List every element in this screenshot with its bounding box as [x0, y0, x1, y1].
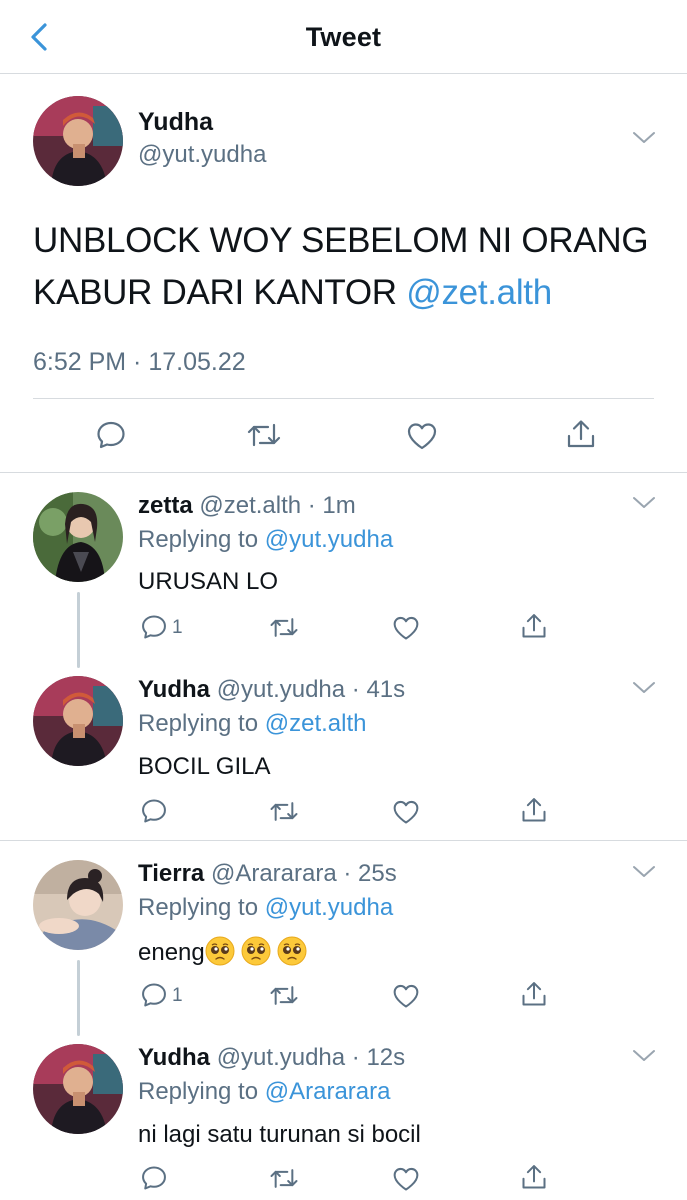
share-icon[interactable] [565, 418, 597, 450]
retweet-icon[interactable] [269, 1165, 299, 1192]
reply-header: Yudha @yut.yudha · 12s [138, 1044, 405, 1072]
pleading-face-icon [241, 936, 271, 966]
reply-text: eneng [138, 936, 307, 967]
comment-icon[interactable] [140, 1164, 168, 1192]
author-name[interactable]: Yudha [138, 108, 213, 137]
comment-icon[interactable] [95, 419, 127, 451]
reply-header: Yudha @yut.yudha · 41s [138, 676, 405, 704]
share-icon[interactable] [520, 1163, 548, 1191]
tweet-text: UNBLOCK WOY SEBELOM NI ORANG KABUR DARI … [33, 215, 663, 319]
nav-bar: Tweet [0, 0, 687, 74]
pleading-face-icon [277, 936, 307, 966]
replying-to-link[interactable]: @zet.alth [265, 710, 367, 737]
chevron-down-icon[interactable] [632, 496, 656, 510]
reply-author-name[interactable]: zetta [138, 492, 193, 519]
chevron-down-icon[interactable] [632, 131, 656, 145]
replying-to: Replying to @zet.alth [138, 710, 367, 738]
reply-count: 1 [172, 985, 183, 1006]
replying-to-link[interactable]: @Arararara [265, 1078, 391, 1105]
avatar[interactable] [33, 860, 123, 950]
share-icon[interactable] [520, 796, 548, 824]
reply-header: Tierra @Arararara · 25s [138, 860, 397, 888]
reply-meta[interactable]: @zet.alth · 1m [199, 492, 355, 519]
retweet-icon[interactable] [269, 614, 299, 641]
comment-icon[interactable] [140, 797, 168, 825]
replying-prefix: Replying to [138, 710, 259, 737]
heart-icon[interactable] [392, 1165, 420, 1193]
replying-to: Replying to @yut.yudha [138, 894, 393, 922]
reply-count: 1 [172, 617, 183, 638]
chevron-down-icon[interactable] [632, 1049, 656, 1063]
heart-icon[interactable] [392, 614, 420, 642]
heart-icon[interactable] [392, 798, 420, 826]
tweet-timestamp: 6:52 PM · 17.05.22 [33, 348, 246, 376]
replying-to: Replying to @Arararara [138, 1078, 390, 1106]
reply-text: ni lagi satu turunan si bocil [138, 1121, 421, 1148]
replying-prefix: Replying to [138, 526, 259, 553]
divider [0, 840, 687, 841]
reply-text: BOCIL GILA [138, 753, 271, 780]
share-icon[interactable] [520, 612, 548, 640]
reply-author-name[interactable]: Tierra [138, 860, 204, 887]
thread-line [77, 592, 80, 668]
comment-icon[interactable] [140, 613, 168, 641]
avatar[interactable] [33, 1044, 123, 1134]
share-icon[interactable] [520, 980, 548, 1008]
avatar[interactable] [33, 676, 123, 766]
pleading-face-icon [205, 936, 235, 966]
replying-prefix: Replying to [138, 1078, 259, 1105]
comment-icon[interactable] [140, 981, 168, 1009]
reply-header: zetta @zet.alth · 1m [138, 492, 356, 520]
reply-text: URUSAN LO [138, 568, 279, 595]
reply-meta[interactable]: @yut.yudha · 41s [217, 676, 405, 703]
avatar[interactable] [33, 492, 123, 582]
retweet-icon[interactable] [269, 798, 299, 825]
chevron-down-icon[interactable] [632, 865, 656, 879]
reply-author-name[interactable]: Yudha [138, 676, 210, 703]
retweet-icon[interactable] [246, 419, 282, 451]
tweet-body: UNBLOCK WOY SEBELOM NI ORANG KABUR DARI … [33, 221, 649, 312]
reply-meta[interactable]: @Arararara · 25s [211, 860, 397, 887]
reply-meta[interactable]: @yut.yudha · 12s [217, 1044, 405, 1071]
retweet-icon[interactable] [269, 982, 299, 1009]
reply-author-name[interactable]: Yudha [138, 1044, 210, 1071]
divider [33, 398, 654, 399]
heart-icon[interactable] [406, 420, 438, 452]
replying-to-link[interactable]: @yut.yudha [265, 894, 393, 921]
thread-line [77, 960, 80, 1036]
chevron-down-icon[interactable] [632, 681, 656, 695]
author-handle[interactable]: @yut.yudha [138, 141, 266, 169]
replying-to: Replying to @yut.yudha [138, 526, 393, 554]
divider [0, 472, 687, 473]
mention-link[interactable]: @zet.alth [406, 273, 552, 312]
replying-to-link[interactable]: @yut.yudha [265, 526, 393, 553]
avatar[interactable] [33, 96, 123, 186]
page-title: Tweet [305, 22, 382, 52]
reply-body: eneng [138, 939, 205, 966]
replying-prefix: Replying to [138, 894, 259, 921]
heart-icon[interactable] [392, 982, 420, 1010]
